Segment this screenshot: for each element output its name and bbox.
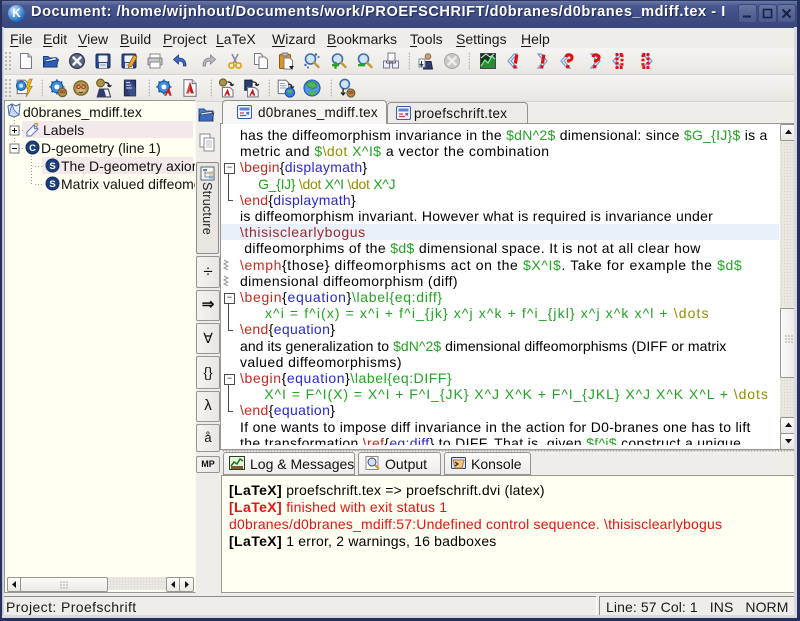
svg-text:S: S <box>49 161 55 172</box>
svg-text:S: S <box>49 179 55 190</box>
svg-text:C: C <box>29 143 36 154</box>
